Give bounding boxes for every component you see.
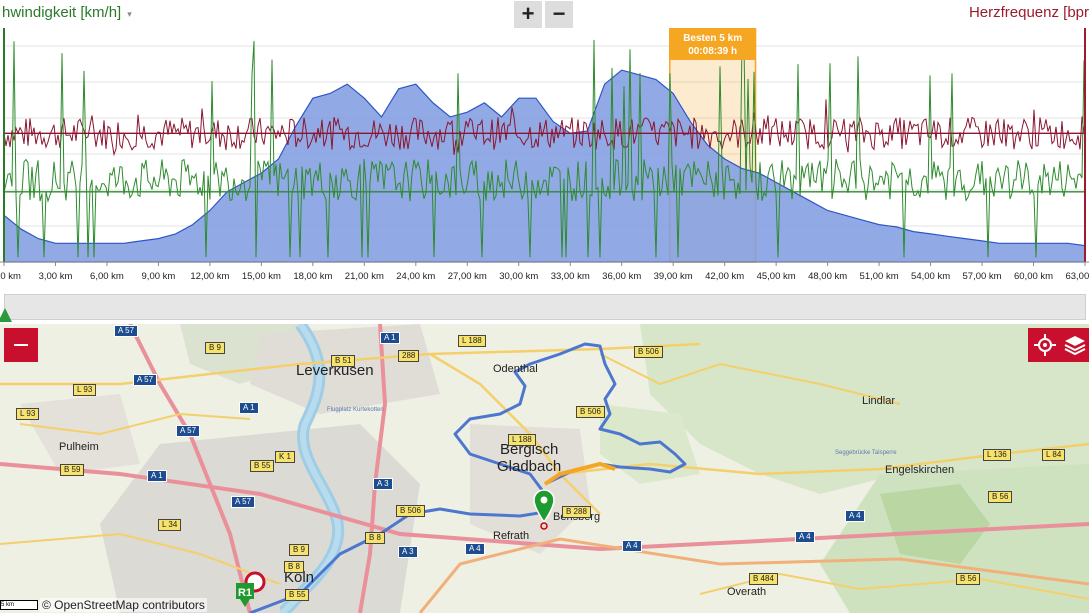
road-shield: 288	[398, 350, 420, 362]
map-attribution[interactable]: © OpenStreetMap contributors	[40, 598, 207, 612]
road-shield: B 51	[331, 355, 356, 367]
x-tick-label: 27,00 km	[448, 271, 487, 282]
road-shield: B 9	[205, 342, 226, 354]
road-shield: L 188	[508, 434, 536, 446]
reservoir-label: Seggebrücke Talsperre	[835, 450, 897, 456]
zoom-out-button[interactable]: −	[545, 1, 573, 28]
x-tick-label: 33,00 km	[551, 271, 590, 282]
road-shield: B 506	[576, 406, 605, 418]
x-tick-label: 3,00 km	[39, 271, 73, 282]
x-tick-label: 48,00 km	[808, 271, 847, 282]
best-5km-time: 00:08:39 h	[688, 46, 737, 57]
road-shield: A 57	[114, 325, 139, 337]
road-shield: B 55	[285, 589, 310, 601]
x-tick-label: 45,00 km	[757, 271, 796, 282]
place-label: Gladbach	[497, 458, 561, 475]
road-shield: B 8	[365, 532, 386, 544]
x-tick-label: 21,00 km	[345, 271, 384, 282]
scroll-track[interactable]	[4, 294, 1086, 320]
road-shield: B 506	[396, 505, 425, 517]
speed-series-label: hwindigkeit [km/h]	[2, 4, 122, 21]
x-tick-label: 57,00 km	[963, 271, 1002, 282]
r1-marker-label: R1	[238, 587, 252, 599]
place-label: Odenthal	[493, 363, 538, 375]
road-shield: L 188	[458, 335, 486, 347]
road-shield: B 484	[749, 573, 778, 585]
place-label: Overath	[727, 586, 766, 598]
road-shield: A 57	[133, 374, 158, 386]
place-label: Engelskirchen	[885, 464, 954, 476]
map-canvas[interactable]: R1 Leverkusen Odenthal Lindlar Pulheim B…	[0, 324, 1089, 613]
x-tick-label: 30,00 km	[499, 271, 538, 282]
best-5km-title: Besten 5 km	[683, 33, 742, 44]
profile-chart[interactable]: Besten 5 km 00:08:39 h 0,00 km 3,00 km 6,0…	[0, 28, 1089, 290]
place-label: Refrath	[493, 530, 529, 542]
road-shield: B 55	[250, 460, 275, 472]
x-tick-label: 60,00 km	[1014, 271, 1053, 282]
place-label: Lindlar	[862, 395, 895, 407]
road-shield: A 1	[239, 402, 259, 414]
x-axis-ticks: 0,00 km 3,00 km 6,00 km 9,00 km 12,00 km 15,0…	[0, 262, 1089, 282]
road-shield: A 4	[465, 543, 485, 555]
road-shield: A 1	[147, 470, 167, 482]
heart-rate-series-label[interactable]: Herzfrequenz [bpr	[969, 4, 1089, 21]
road-shield: L 93	[16, 408, 40, 420]
x-tick-label: 51,00 km	[860, 271, 899, 282]
road-shield: B 9	[289, 544, 310, 556]
x-tick-label: 18,00 km	[293, 271, 332, 282]
road-shield: A 57	[231, 496, 256, 508]
x-tick-label: 6,00 km	[90, 271, 124, 282]
zoom-in-button[interactable]: +	[514, 1, 542, 28]
chart-header: hwindigkeit [km/h] ▾ + − Herzfrequenz [bp…	[0, 0, 1089, 28]
locate-button[interactable]	[1028, 328, 1062, 362]
x-tick-label: 63,00 km	[1065, 271, 1089, 282]
road-shield: L 93	[73, 384, 97, 396]
road-shield: A 4	[845, 510, 865, 522]
road-shield: L 34	[158, 519, 182, 531]
road-shield: B 59	[60, 464, 85, 476]
dropdown-caret-icon: ▾	[127, 9, 132, 19]
road-shield: L 84	[1042, 449, 1066, 461]
range-scrollbar[interactable]	[0, 290, 1089, 322]
road-shield: L 136	[983, 449, 1011, 461]
range-start-handle-icon[interactable]	[0, 308, 12, 322]
road-shield: A 4	[795, 531, 815, 543]
road-shield: A 4	[622, 540, 642, 552]
road-shield: B 288	[562, 506, 591, 518]
road-shield: A 57	[176, 425, 201, 437]
x-tick-label: 42,00 km	[705, 271, 744, 282]
x-tick-label: 39,00 km	[654, 271, 693, 282]
x-tick-label: 9,00 km	[142, 271, 176, 282]
elevation-area-series	[3, 69, 1086, 263]
road-shield: B 8	[284, 561, 305, 573]
x-tick-label: 15,00 km	[242, 271, 281, 282]
place-label: Pulheim	[59, 441, 99, 453]
crosshair-icon	[1034, 334, 1056, 356]
minus-icon	[14, 344, 28, 346]
x-tick-label: 54,00 km	[911, 271, 950, 282]
x-tick-label: 36,00 km	[602, 271, 641, 282]
x-tick-label: 12,00 km	[190, 271, 229, 282]
road-shield: A 3	[373, 478, 393, 490]
route-map[interactable]: R1 Leverkusen Odenthal Lindlar Pulheim B…	[0, 324, 1089, 613]
x-tick-label: 24,00 km	[396, 271, 435, 282]
speed-axis-selector[interactable]: hwindigkeit [km/h] ▾	[2, 4, 132, 21]
road-shield: B 56	[988, 491, 1013, 503]
map-zoom-out-button[interactable]	[4, 328, 38, 362]
layers-button[interactable]	[1062, 328, 1089, 362]
x-tick-label: 0,00 km	[0, 271, 21, 282]
road-shield: K 1	[275, 451, 296, 463]
road-shield: B 506	[634, 346, 663, 358]
road-shield: A 3	[398, 546, 418, 558]
water-label: Flugplatz Kurtekotten	[327, 407, 384, 413]
map-scale-bar: 5 km	[0, 600, 38, 610]
layers-icon	[1064, 336, 1086, 356]
road-shield: A 1	[380, 332, 400, 344]
road-shield: B 56	[956, 573, 981, 585]
